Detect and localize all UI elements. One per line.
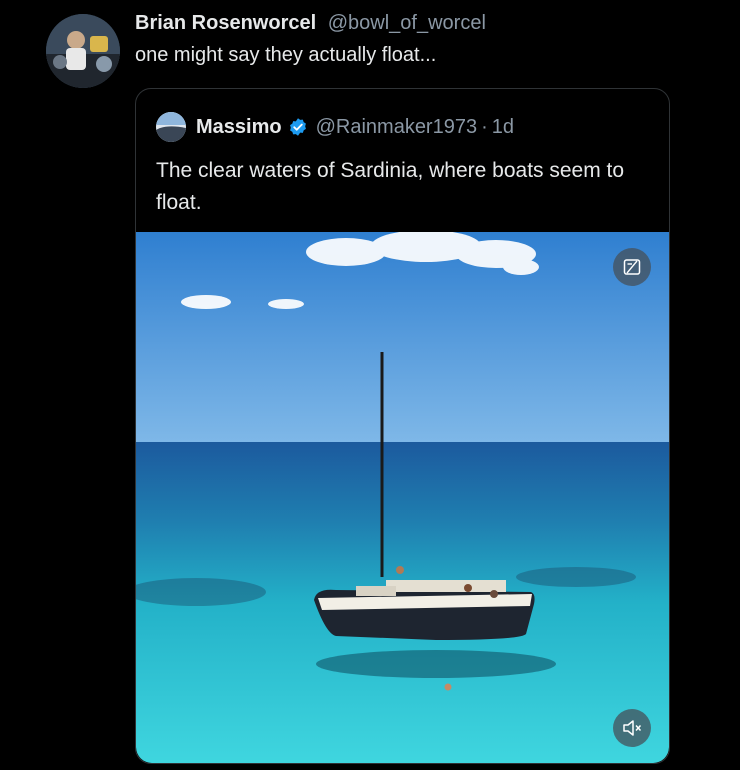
quoted-author-handle[interactable]: @Rainmaker1973 xyxy=(316,116,478,139)
video-settings-button[interactable] xyxy=(613,248,651,286)
quoted-tweet-header: Massimo @Rainmaker1973 · 1d xyxy=(156,112,514,142)
quoted-author-name[interactable]: Massimo xyxy=(196,116,282,139)
tweet-text: one might say they actually float... xyxy=(135,44,437,66)
tweet-author-line: Brian Rosenworcel @bowl_of_worcel xyxy=(135,12,486,35)
video-frame xyxy=(136,232,669,763)
mute-icon xyxy=(623,720,642,736)
author-handle[interactable]: @bowl_of_worcel xyxy=(328,12,486,34)
quoted-tweet-text: The clear waters of Sardinia, where boat… xyxy=(156,159,625,214)
quoted-author-avatar[interactable] xyxy=(156,112,186,142)
video-player[interactable] xyxy=(136,232,669,763)
verified-badge-icon xyxy=(288,117,308,137)
video-settings-icon xyxy=(623,259,641,275)
mute-button[interactable] xyxy=(613,709,651,747)
author-name[interactable]: Brian Rosenworcel xyxy=(135,12,316,34)
quoted-tweet-card[interactable]: Massimo @Rainmaker1973 · 1d The clear wa… xyxy=(135,88,670,764)
author-avatar[interactable] xyxy=(46,14,120,88)
quoted-timestamp[interactable]: 1d xyxy=(492,116,514,139)
separator-dot: · xyxy=(481,115,488,138)
